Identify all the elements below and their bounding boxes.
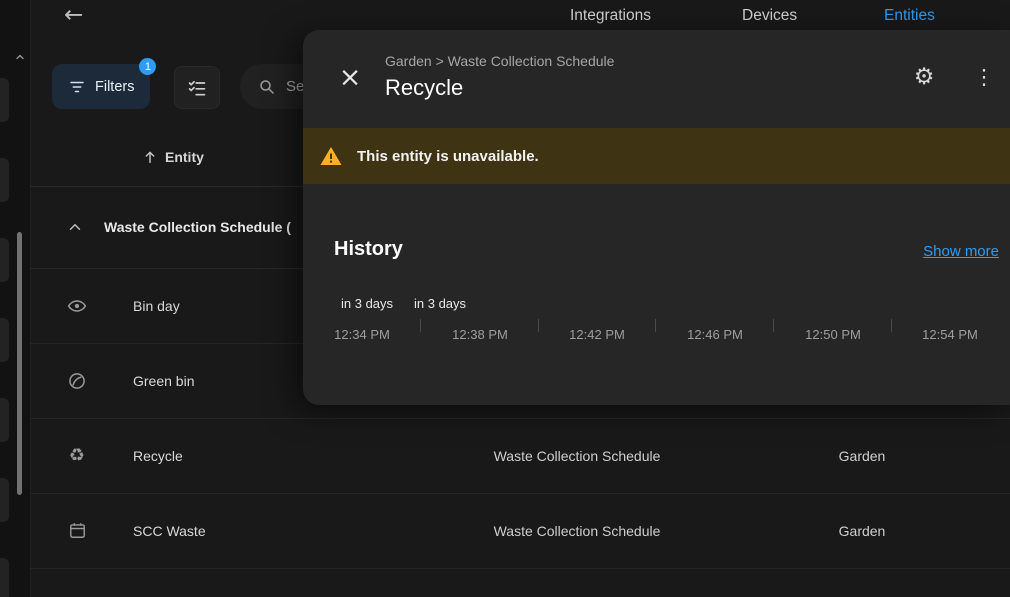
breadcrumb: Garden > Waste Collection Schedule <box>385 53 614 69</box>
area-cell: Garden <box>782 418 942 493</box>
axis-tick <box>773 319 774 332</box>
warning-text: This entity is unavailable. <box>357 148 539 165</box>
scrollbar-thumb[interactable] <box>17 232 22 495</box>
calendar-icon <box>62 493 92 568</box>
time-tick-label: 12:50 PM <box>791 327 875 342</box>
warning-icon <box>319 144 343 168</box>
app-window: ← Integrations Devices Entities Filters … <box>0 0 1010 597</box>
search-value: Se <box>286 78 304 95</box>
time-tick-label: 12:54 PM <box>908 327 992 342</box>
rail-item[interactable] <box>0 318 9 362</box>
rail-item[interactable] <box>0 398 9 442</box>
chevron-up-icon <box>66 218 84 236</box>
table-row[interactable]: ♻ Recycle Waste Collection Schedule Gard… <box>30 418 1010 494</box>
time-tick-label: 12:34 PM <box>320 327 404 342</box>
unavailable-warning-banner: This entity is unavailable. <box>303 128 1010 184</box>
table-row[interactable] <box>30 568 1010 597</box>
tab-entities[interactable]: Entities <box>884 7 935 25</box>
more-menu-icon[interactable]: ⋮ <box>969 60 999 94</box>
close-icon[interactable]: × <box>334 61 366 93</box>
entity-column-label: Entity <box>165 149 204 165</box>
integration-cell: Waste Collection Schedule <box>427 493 727 568</box>
select-mode-button[interactable] <box>174 66 220 109</box>
filters-count-badge: 1 <box>139 58 156 75</box>
area-cell: Garden <box>782 493 942 568</box>
history-title: History <box>334 238 403 261</box>
filters-button[interactable]: Filters 1 <box>52 64 150 109</box>
tab-devices[interactable]: Devices <box>742 7 797 25</box>
eye-icon <box>62 268 92 343</box>
entity-name: Bin day <box>133 268 180 343</box>
filters-button-label: Filters <box>95 79 134 95</box>
entity-name: Recycle <box>133 418 183 493</box>
time-tick-label: 12:42 PM <box>555 327 639 342</box>
axis-tick <box>538 319 539 332</box>
left-rail <box>0 0 31 597</box>
rail-item[interactable] <box>0 238 9 282</box>
axis-tick <box>420 319 421 332</box>
rail-item[interactable] <box>0 78 9 122</box>
show-more-link[interactable]: Show more <box>923 243 999 260</box>
axis-tick <box>655 319 656 332</box>
back-arrow-icon[interactable]: ← <box>64 2 83 28</box>
table-row[interactable]: SCC Waste Waste Collection Schedule Gard… <box>30 493 1010 569</box>
integration-cell: Waste Collection Schedule <box>427 418 727 493</box>
history-state-label: in 3 days <box>414 296 466 311</box>
recycle-icon: ♻ <box>62 418 92 493</box>
history-state-label: in 3 days <box>341 296 393 311</box>
rail-item[interactable] <box>0 158 9 202</box>
rail-item[interactable] <box>0 558 9 597</box>
search-icon <box>258 78 276 96</box>
leaf-circle-icon <box>62 343 92 418</box>
filter-icon <box>68 78 86 96</box>
arrow-up-icon <box>142 149 158 165</box>
time-tick-label: 12:46 PM <box>673 327 757 342</box>
gear-icon[interactable]: ⚙ <box>907 60 941 94</box>
time-tick-label: 12:38 PM <box>438 327 522 342</box>
chevron-up-icon[interactable] <box>13 50 27 68</box>
rail-item[interactable] <box>0 478 9 522</box>
checklist-icon <box>187 78 207 98</box>
entity-name: SCC Waste <box>133 493 206 568</box>
sort-entity-header[interactable]: Entity <box>142 149 204 165</box>
tab-integrations[interactable]: Integrations <box>570 7 651 25</box>
entity-name: Green bin <box>133 343 194 418</box>
dialog-title: Recycle <box>385 75 463 101</box>
group-header-label: Waste Collection Schedule ( <box>104 219 291 235</box>
entity-dialog: × Garden > Waste Collection Schedule Rec… <box>303 30 1010 405</box>
axis-tick <box>891 319 892 332</box>
